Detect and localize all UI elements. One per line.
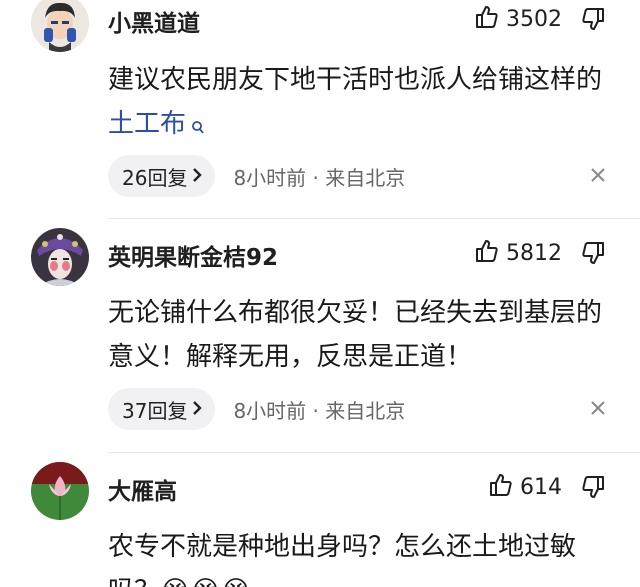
like-button[interactable]: 3502	[474, 4, 562, 34]
like-count: 5812	[506, 240, 562, 266]
divider	[108, 452, 640, 453]
comment-text: 农专不就是种地出身吗？怎么还土地过敏吗？😭😭😭	[108, 525, 608, 587]
avatar[interactable]	[31, 228, 89, 286]
like-button[interactable]: 5812	[474, 238, 562, 268]
like-button[interactable]: 614	[488, 472, 562, 502]
thumbs-down-icon[interactable]	[580, 474, 606, 504]
close-icon[interactable]	[590, 164, 606, 189]
search-icon[interactable]	[190, 106, 206, 150]
like-count: 614	[520, 474, 562, 500]
replies-label: 37回复	[122, 398, 188, 423]
thumbs-down-icon[interactable]	[580, 240, 606, 270]
comment-time-location: 8小时前 · 来自北京	[233, 165, 406, 190]
thumbs-up-icon	[474, 238, 500, 268]
comment-meta: 37回复 8小时前 · 来自北京	[108, 388, 405, 430]
divider	[108, 218, 640, 219]
avatar[interactable]	[31, 462, 89, 520]
chevron-right-icon	[191, 397, 203, 421]
comment-text: 无论铺什么布都很欠妥！已经失去到基层的意义！解释无用，反思是正道！	[108, 298, 603, 372]
crying-emoji: 😭😭😭	[160, 576, 251, 587]
like-count: 3502	[506, 6, 562, 32]
comment-text-before-link: 建议农民朋友下地干活时也派人给铺这样的	[108, 65, 603, 95]
thumbs-down-icon[interactable]	[580, 6, 606, 36]
chevron-right-icon	[191, 164, 203, 188]
search-link[interactable]: 土工布	[108, 109, 186, 139]
close-icon[interactable]	[590, 397, 606, 422]
thumbs-up-icon	[488, 472, 514, 502]
username[interactable]: 大雁高	[108, 472, 177, 506]
replies-button[interactable]: 37回复	[108, 388, 216, 430]
replies-label: 26回复	[122, 165, 188, 190]
comment-text: 建议农民朋友下地干活时也派人给铺这样的土工布	[108, 58, 608, 150]
avatar[interactable]	[31, 0, 89, 52]
replies-button[interactable]: 26回复	[108, 155, 216, 197]
thumbs-up-icon	[474, 4, 500, 34]
comment-meta: 26回复 8小时前 · 来自北京	[108, 155, 405, 197]
username[interactable]: 小黑道道	[108, 4, 200, 38]
username[interactable]: 英明果断金桔92	[108, 238, 278, 272]
comment-time-location: 8小时前 · 来自北京	[233, 398, 406, 423]
